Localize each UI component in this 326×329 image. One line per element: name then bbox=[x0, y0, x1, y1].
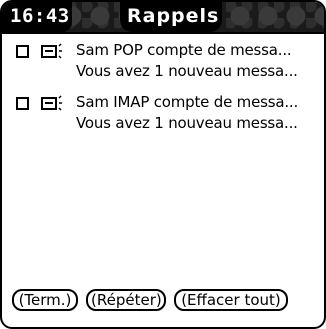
checkbox[interactable] bbox=[16, 97, 29, 110]
reminder-title: Sam POP compte de messa... bbox=[76, 41, 292, 59]
reminder-title: Sam IMAP compte de messa... bbox=[76, 93, 299, 111]
message-notification-icon bbox=[41, 43, 62, 59]
button-bar: (Term.) (Répéter) (Effacer tout) bbox=[12, 289, 314, 313]
done-button[interactable]: (Term.) bbox=[12, 289, 78, 311]
clock-tab[interactable]: 16:43 bbox=[2, 2, 72, 32]
list-item[interactable]: Sam POP compte de messa... Vous avez 1 n… bbox=[16, 41, 320, 94]
repeat-button[interactable]: (Répéter) bbox=[86, 289, 166, 311]
reminders-screen: 16:43 Rappels Sam POP compte de messa...… bbox=[0, 0, 326, 329]
reminder-detail: Vous avez 1 nouveau messa... bbox=[76, 62, 298, 80]
message-notification-icon bbox=[41, 95, 62, 111]
checkbox[interactable] bbox=[16, 45, 29, 58]
page-title: Rappels bbox=[127, 5, 220, 27]
reminder-list: Sam POP compte de messa... Vous avez 1 n… bbox=[16, 41, 320, 146]
clock: 16:43 bbox=[10, 5, 70, 27]
list-item[interactable]: Sam IMAP compte de messa... Vous avez 1 … bbox=[16, 93, 320, 146]
title-tab: Rappels bbox=[120, 2, 222, 32]
clear-all-button[interactable]: (Effacer tout) bbox=[174, 289, 288, 311]
header-bar: 16:43 Rappels bbox=[2, 2, 324, 34]
reminder-detail: Vous avez 1 nouveau messa... bbox=[76, 114, 298, 132]
